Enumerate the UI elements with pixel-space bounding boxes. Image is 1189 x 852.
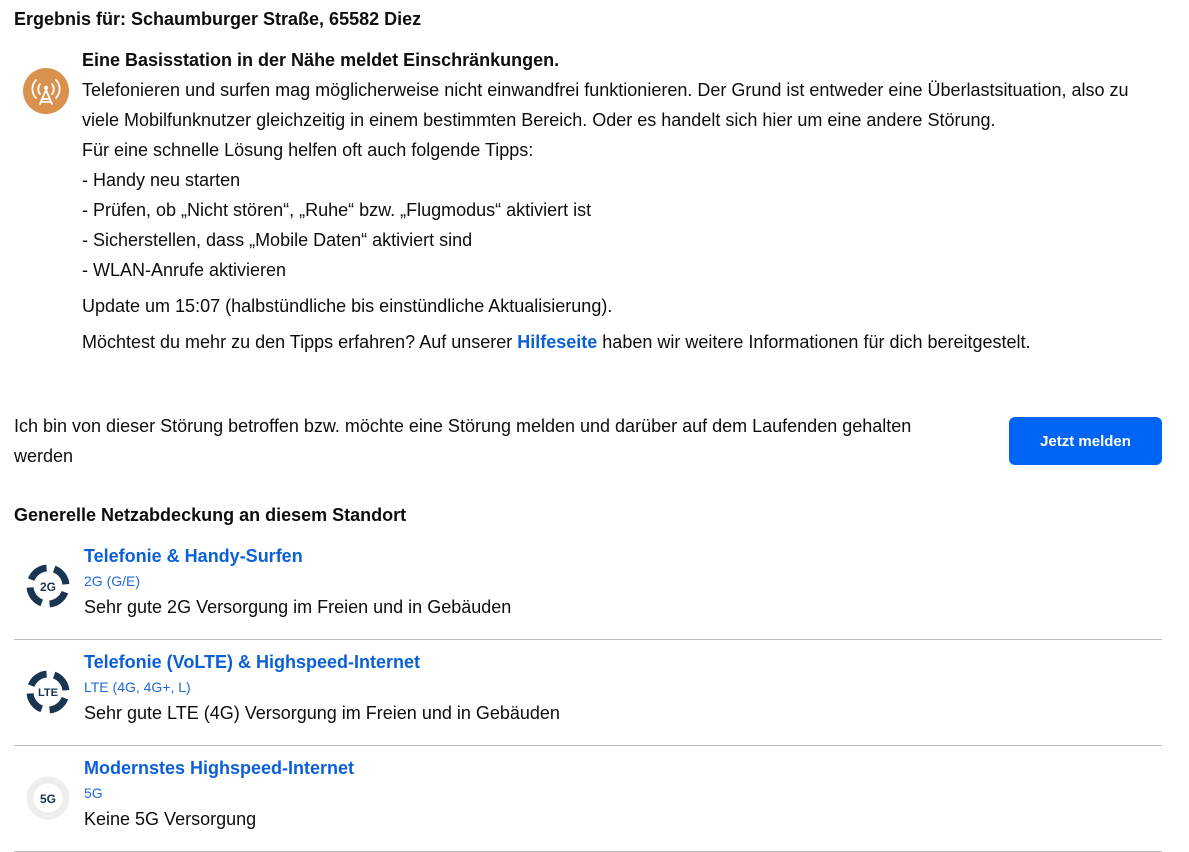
tips-intro: Für eine schnelle Lösung helfen oft auch… <box>82 140 534 160</box>
coverage-tech: LTE (4G, 4G+, L) <box>84 679 191 695</box>
coverage-name: Modernstes Highspeed-Internet <box>84 758 355 778</box>
coverage-description: Keine 5G Versorgung <box>84 809 257 829</box>
5g-icon: 5G <box>26 776 70 820</box>
tip-item: - Prüfen, ob „Nicht stören“, „Ruhe“ bzw.… <box>82 200 592 220</box>
coverage-item-lte: LTE Telefonie (VoLTE) & Highspeed-Intern… <box>14 652 1162 746</box>
svg-text:2G: 2G <box>40 580 56 594</box>
help-text: Möchtest du mehr zu den Tipps erfahren? … <box>82 327 1172 357</box>
alert-heading: Eine Basisstation in der Nähe meldet Ein… <box>82 50 560 70</box>
coverage-item-2g: 2G Telefonie & Handy-Surfen 2G (G/E) Seh… <box>14 546 1162 640</box>
tip-item: - Handy neu starten <box>82 170 241 190</box>
help-suffix: haben wir weitere Informationen für dich… <box>597 332 1031 352</box>
help-page-link[interactable]: Hilfeseite <box>517 332 597 352</box>
svg-text:LTE: LTE <box>38 687 58 699</box>
coverage-tech: 5G <box>84 785 103 801</box>
coverage-description: Sehr gute 2G Versorgung im Freien und in… <box>84 597 512 617</box>
coverage-tech: 2G (G/E) <box>84 573 141 589</box>
coverage-description: Sehr gute LTE (4G) Versorgung im Freien … <box>84 703 560 723</box>
coverage-name: Telefonie (VoLTE) & Highspeed-Internet <box>84 652 421 672</box>
coverage-name: Telefonie & Handy-Surfen <box>84 546 303 566</box>
lte-icon: LTE <box>26 670 70 714</box>
result-title: Ergebnis für: Schaumburger Straße, 65582… <box>14 9 422 29</box>
tip-item: - Sicherstellen, dass „Mobile Daten“ akt… <box>82 230 473 250</box>
alert-message: Eine Basisstation in der Nähe meldet Ein… <box>82 49 1172 357</box>
coverage-title: Generelle Netzabdeckung an diesem Stando… <box>14 505 407 525</box>
help-prefix: Möchtest du mehr zu den Tipps erfahren? … <box>82 332 518 352</box>
cell-tower-icon <box>23 68 69 114</box>
svg-text:5G: 5G <box>40 792 56 806</box>
tip-item: - WLAN-Anrufe aktivieren <box>82 260 287 280</box>
alert-description: Telefonieren und surfen mag möglicherwei… <box>82 80 1129 130</box>
coverage-item-5g: 5G Modernstes Highspeed-Internet 5G Kein… <box>14 758 1162 852</box>
report-button[interactable]: Jetzt melden <box>1009 417 1162 465</box>
2g-icon: 2G <box>26 564 70 608</box>
update-note: Update um 15:07 (halbstündliche bis eins… <box>82 296 613 316</box>
report-text: Ich bin von dieser Störung betroffen bzw… <box>14 416 912 466</box>
